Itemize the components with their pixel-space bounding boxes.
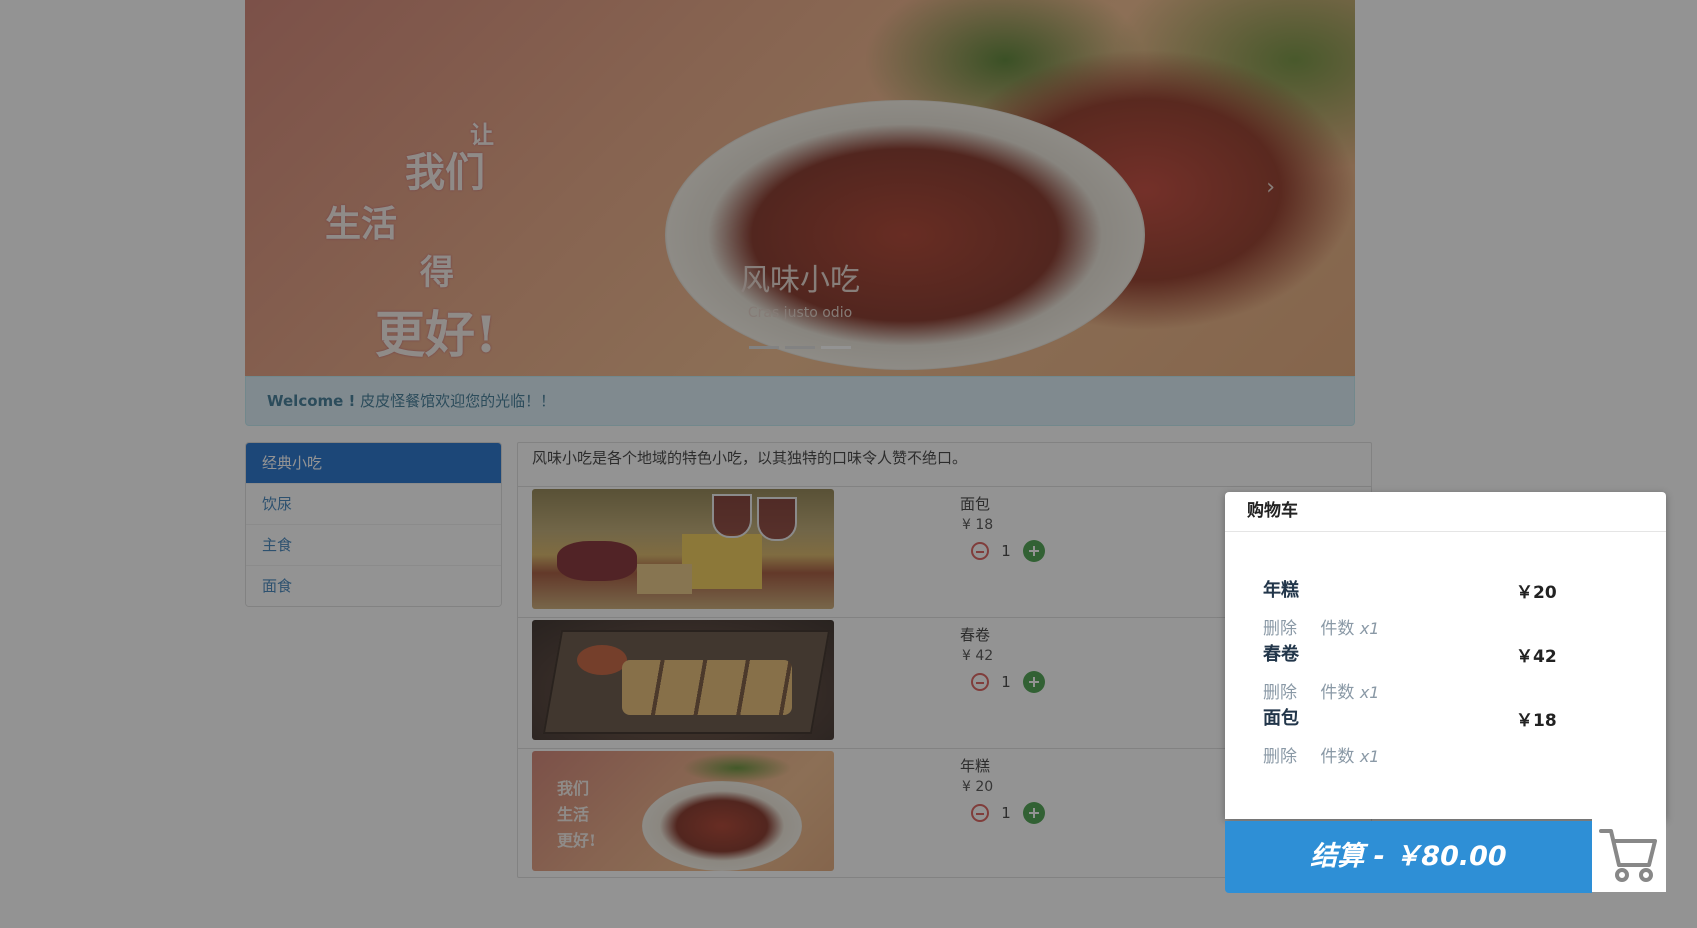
sidebar-item-drinks[interactable]: 饮尿: [246, 483, 501, 524]
product-name: 面包: [960, 495, 991, 513]
quantity-stepper: 1: [971, 540, 1045, 562]
welcome-alert: Welcome ! 皮皮怪餐馆欢迎您的光临！！: [245, 376, 1355, 426]
cart-item-name: 面包: [1263, 708, 1299, 729]
page: 让 我们 生活 得 更好! › 风味小吃 Cras justo odio Wel…: [0, 0, 1697, 928]
cart-toggle-button[interactable]: [1592, 818, 1666, 892]
minus-icon[interactable]: [971, 542, 989, 560]
cart-count-label: 件数: [1320, 619, 1355, 639]
checkout-button[interactable]: 结算 - ￥80.00: [1225, 821, 1592, 893]
product-image: [532, 620, 834, 740]
quantity-value: 1: [1001, 542, 1011, 560]
cart-title: 购物车: [1225, 492, 1666, 532]
category-sidebar: 经典小吃 饮尿 主食 面食: [245, 442, 502, 607]
welcome-strong: Welcome !: [267, 392, 356, 410]
product-image: [532, 489, 834, 609]
panel-description: 风味小吃是各个地域的特色小吃，以其独特的口味令人赞不绝口。: [518, 443, 1371, 487]
minus-icon[interactable]: [971, 673, 989, 691]
rice-cake-calligraphy: 生活: [557, 805, 590, 824]
cart-delete-link[interactable]: 删除: [1263, 683, 1297, 703]
cart-count-label: 件数: [1320, 683, 1355, 703]
carousel-indicators: [245, 346, 1355, 349]
cart-item-name: 春卷: [1263, 644, 1299, 665]
carousel-indicator[interactable]: [749, 346, 779, 349]
cart-item-ops: 删除 件数 x1: [1263, 742, 1379, 767]
minus-icon[interactable]: [971, 804, 989, 822]
plus-icon[interactable]: [1023, 540, 1045, 562]
product-image: 我们 生活 更好!: [532, 751, 834, 871]
cart-item-price: ￥42: [1516, 647, 1557, 667]
calligraphy-text: 我们: [405, 149, 485, 196]
plus-icon[interactable]: [1023, 802, 1045, 824]
product-price: ¥ 42: [962, 648, 994, 664]
sidebar-item-classic-snacks[interactable]: 经典小吃: [246, 443, 501, 483]
quantity-value: 1: [1001, 673, 1011, 691]
cart-item-ops: 删除 件数 x1: [1263, 678, 1379, 703]
cart-delete-link[interactable]: 删除: [1263, 619, 1297, 639]
cart-item-price: ￥20: [1516, 583, 1557, 603]
product-name: 春卷: [960, 626, 991, 644]
welcome-text: 皮皮怪餐馆欢迎您的光临！！: [360, 392, 556, 410]
product-price: ¥ 18: [962, 517, 994, 533]
carousel-indicator[interactable]: [785, 346, 815, 349]
calligraphy-text: 生活: [325, 203, 398, 245]
rice-cake-calligraphy: 更好!: [557, 831, 597, 850]
product-price: ¥ 20: [962, 779, 994, 795]
quantity-stepper: 1: [971, 802, 1045, 824]
product-name: 年糕: [960, 757, 991, 775]
cart-count-label: 件数: [1320, 747, 1355, 767]
cart-count-value: x1: [1359, 619, 1380, 638]
cart-item-name: 年糕: [1263, 580, 1299, 601]
cart-count-value: x1: [1359, 747, 1380, 766]
carousel-caption-text: Cras justo odio: [747, 305, 853, 321]
shopping-cart-icon: [1599, 829, 1657, 882]
quantity-value: 1: [1001, 804, 1011, 822]
carousel-next-icon[interactable]: ›: [1266, 175, 1275, 200]
cart-item-ops: 删除 件数 x1: [1263, 614, 1379, 639]
cart-delete-link[interactable]: 删除: [1263, 747, 1297, 767]
carousel-indicator-active[interactable]: [821, 346, 851, 349]
shopping-cart-panel: 购物车 年糕 ￥20 删除 件数 x1 春卷 ￥42 删除 件数 x1 面包 ￥…: [1225, 492, 1666, 819]
cart-count-value: x1: [1359, 683, 1380, 702]
hero-carousel[interactable]: 让 我们 生活 得 更好! › 风味小吃 Cras justo odio: [245, 0, 1355, 376]
sidebar-item-noodles[interactable]: 面食: [246, 565, 501, 606]
carousel-caption-title: 风味小吃: [740, 263, 860, 298]
sidebar-item-staple-food[interactable]: 主食: [246, 524, 501, 565]
cart-item-price: ￥18: [1516, 711, 1557, 731]
plus-icon[interactable]: [1023, 671, 1045, 693]
carousel-caption: 风味小吃 Cras justo odio: [245, 255, 1355, 321]
carousel-food-image: [665, 100, 1145, 370]
quantity-stepper: 1: [971, 671, 1045, 693]
rice-cake-calligraphy: 我们: [557, 779, 590, 798]
